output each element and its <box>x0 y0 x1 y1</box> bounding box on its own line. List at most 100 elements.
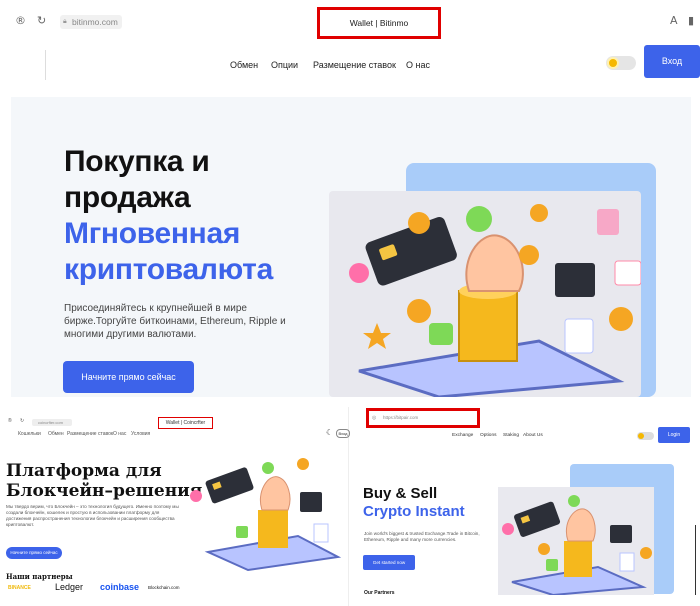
cylinder-shape <box>564 541 592 577</box>
document-icon <box>619 552 635 572</box>
nav-link-options[interactable]: Опции <box>271 60 298 70</box>
nav-divider <box>45 50 46 80</box>
dark-mode-icon[interactable]: ☾ <box>326 428 336 438</box>
gear-icon <box>190 490 202 502</box>
partner-logo-ledger: Ledger <box>55 582 84 592</box>
nav-link-exchange[interactable]: Exchange <box>452 433 473 438</box>
theme-toggle[interactable] <box>606 56 636 70</box>
nav-link-about[interactable]: О нас <box>113 431 126 437</box>
login-button[interactable]: Вход <box>336 429 350 438</box>
hero-title-line-2: Crypto Instant <box>363 503 465 520</box>
chart-card-icon <box>610 525 632 543</box>
address-bar[interactable]: 🔒︎ bitinmo.com <box>60 15 122 29</box>
partner-logo-coinbase: coinbase <box>100 582 140 592</box>
theme-toggle-knob <box>638 433 644 439</box>
document-icon <box>564 318 594 354</box>
partners-title: Наши партнеры <box>6 572 73 581</box>
nav-link-exchange[interactable]: Обмен <box>230 60 258 70</box>
login-button[interactable]: Вход <box>644 45 700 78</box>
cylinder-shape <box>458 290 518 362</box>
extension-icon[interactable]: ® <box>8 418 12 424</box>
get-started-button[interactable]: Начните прямо сейчас <box>63 361 194 393</box>
address-bar-url: bitinmo.com <box>72 17 118 27</box>
lock-badge-icon <box>546 559 558 571</box>
coin-icon <box>640 547 652 559</box>
extension-icon[interactable]: ® <box>15 14 26 27</box>
nav-link-terms[interactable]: Условия <box>131 431 150 437</box>
theme-toggle[interactable] <box>637 432 654 440</box>
coin-icon <box>538 543 550 555</box>
nav-link-options[interactable]: Options <box>480 433 497 438</box>
address-bar[interactable]: ◎ https://bitpair.com <box>366 408 480 428</box>
shield-icon: ◎ <box>372 415 377 421</box>
browser-toolbar: ® ↻ 🔒︎ bitinmo.com Wallet | Bitinmo A ▮ <box>0 0 700 44</box>
bottom-left-panel: ® ↻ coincrfter.com Wallet | Coincrfter К… <box>0 407 350 606</box>
partner-logo-blockchain: Blockchain.com <box>148 585 180 590</box>
crypto-hand-illustration <box>349 204 641 397</box>
nav-link-about[interactable]: About Us <box>523 433 543 438</box>
nav-link-staking[interactable]: Размещение ставок <box>67 431 113 437</box>
site-navbar: Обмен Опции Размещение ставок О нас Вход <box>0 44 700 88</box>
lock-badge-icon <box>429 323 453 345</box>
hand-icon <box>465 234 524 292</box>
theme-toggle-knob <box>607 57 619 69</box>
chart-card-icon <box>555 263 595 297</box>
coin-icon <box>297 458 309 470</box>
bottom-right-panel: ◎ https://bitpair.com Exchange Options S… <box>350 407 700 606</box>
user-badge-icon <box>466 206 492 232</box>
coin-icon <box>408 212 430 234</box>
hand-icon <box>566 508 596 542</box>
lock-badge-icon <box>236 526 248 538</box>
user-badge-icon <box>568 495 580 507</box>
hero-description: Мы твердо верим, что Блокчейн – это техн… <box>6 504 179 527</box>
reload-icon[interactable]: ↻ <box>37 14 46 27</box>
address-bar[interactable]: coincrfter.com <box>32 419 72 426</box>
nav-link-about[interactable]: О нас <box>406 60 430 70</box>
coin-icon <box>609 307 633 331</box>
partner-logo-binance: BINANCE <box>8 585 31 591</box>
hero-title-line-1: Buy & Sell <box>363 485 438 502</box>
nav-link-wallets[interactable]: Кошельки <box>18 431 41 437</box>
credit-card-icon <box>514 501 561 537</box>
tab-title[interactable]: Wallet | Coincrfter <box>158 417 213 429</box>
browser-toolbar-2: ® ↻ coincrfter.com Wallet | Coincrfter <box>0 407 349 429</box>
hero-title-line-1: Платформа для <box>6 461 162 481</box>
top-panel: ® ↻ 🔒︎ bitinmo.com Wallet | Bitinmo A ▮ … <box>0 0 700 405</box>
login-button[interactable]: Login <box>658 427 690 443</box>
bookmark-icon[interactable]: ▮ <box>688 14 694 27</box>
get-started-button[interactable]: Get started now <box>363 555 415 570</box>
credit-card-icon <box>205 467 254 504</box>
crypto-hand-illustration <box>502 495 652 595</box>
address-bar-url: https://bitpair.com <box>383 415 419 420</box>
hero-description: Присоединяйтесь к крупнейшей в мире бирж… <box>64 303 286 340</box>
partners-title: Our Partners <box>364 590 395 596</box>
hero-title-line-4: криптовалюта <box>64 253 273 286</box>
nav-link-exchange[interactable]: Обмен <box>48 431 64 437</box>
gear-icon <box>349 263 369 283</box>
calendar-icon <box>614 260 641 286</box>
user-badge-icon <box>262 462 274 474</box>
hero-title-line-3: Мгновенная <box>64 217 241 250</box>
coin-icon <box>407 299 431 323</box>
coin-icon <box>519 245 539 265</box>
document-icon <box>313 523 329 543</box>
reload-icon[interactable]: ↻ <box>20 418 24 424</box>
crypto-hand-illustration <box>190 458 342 572</box>
chart-card-icon <box>300 492 322 512</box>
hero-title-line-2: Блокчейн–решения <box>6 481 203 501</box>
gift-icon <box>597 209 619 235</box>
nav-link-staking[interactable]: Staking <box>503 433 519 438</box>
hand-icon <box>260 476 291 511</box>
tab-title[interactable]: Wallet | Bitinmo <box>317 7 441 39</box>
get-started-button[interactable]: Начните прямо сейчас <box>6 547 62 559</box>
lock-icon: 🔒︎ <box>63 18 67 25</box>
text-cursor <box>695 525 696 595</box>
coin-icon <box>530 204 548 222</box>
nav-link-staking[interactable]: Размещение ставок <box>313 60 396 70</box>
hero-title-line-1: Покупка и <box>64 145 210 178</box>
hero-section: Покупка и продажа Мгновенная криптовалют… <box>11 97 691 397</box>
cylinder-shape <box>258 510 288 548</box>
gear-icon <box>502 523 514 535</box>
translate-icon[interactable]: A <box>670 14 678 27</box>
star-icon <box>363 323 391 349</box>
